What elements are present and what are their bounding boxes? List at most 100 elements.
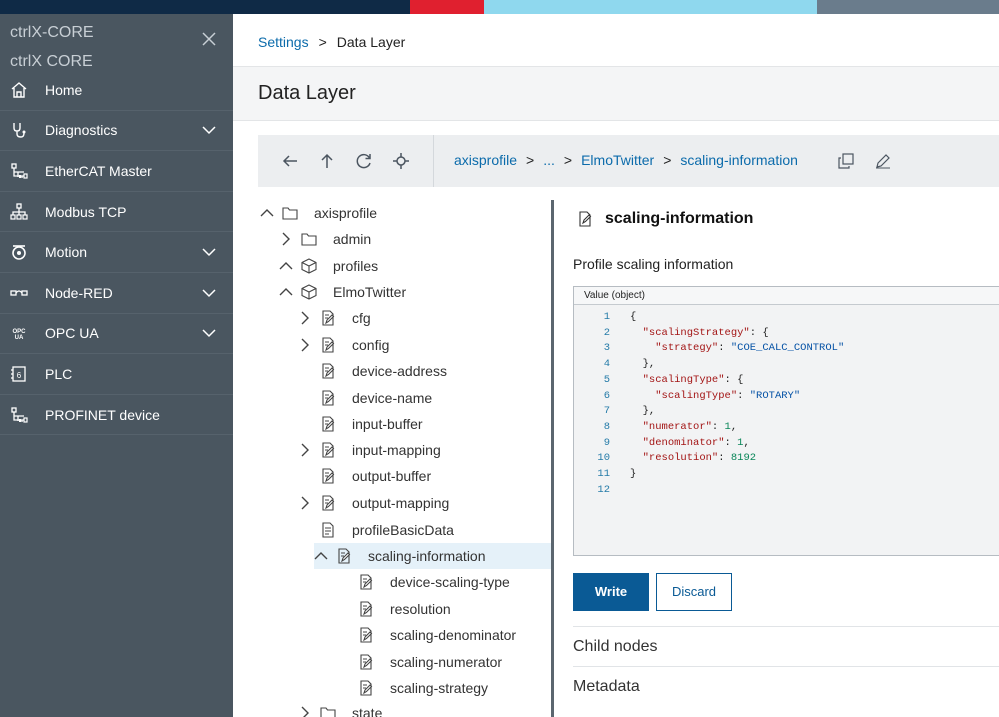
close-icon [202,32,216,46]
tree-node[interactable]: device-address [298,358,447,384]
locate-button[interactable] [389,149,413,173]
node-path: axisprofile > ... > ElmoTwitter > scalin… [454,152,798,168]
back-button[interactable] [278,149,302,173]
chevron-up-icon[interactable] [279,285,293,299]
pane-resize-handle[interactable] [551,200,554,717]
edit-path-button[interactable] [871,149,895,173]
tree-node[interactable]: config [298,332,389,358]
copy-path-button[interactable] [834,149,858,173]
tree-node[interactable]: device-scaling-type [336,569,510,595]
folder-icon [282,205,298,221]
sidebar-item-plc[interactable]: 6 PLC [0,354,233,395]
sidebar-item-home[interactable]: Home [0,70,233,111]
refresh-button[interactable] [352,149,376,173]
path-parent-link[interactable]: ElmoTwitter [581,152,654,168]
sidebar: ctrlX-CORE ctrlX CORE Home Diagnostics Eth… [0,14,233,717]
metadata-section[interactable]: Metadata [573,666,999,706]
tree-node[interactable]: cfg [298,305,371,331]
breadcrumb-settings-link[interactable]: Settings [258,34,309,50]
node-description: Profile scaling information [573,256,734,272]
chevron-up-icon[interactable] [314,549,328,563]
chevron-right-icon[interactable] [279,232,293,246]
chevron-down-icon[interactable] [202,245,216,259]
sidebar-item-opc-ua[interactable]: OPC UA OPC UA [0,314,233,355]
tree-node[interactable]: profiles [279,253,378,279]
edit-doc-icon [320,468,336,484]
chevron-down-icon[interactable] [202,123,216,137]
tree-node[interactable]: resolution [336,596,451,622]
cube-icon [301,284,317,300]
chevron-right-icon[interactable] [298,338,312,352]
tree-node[interactable]: profileBasicData [298,517,454,543]
chevron-up-icon[interactable] [260,206,274,220]
code-token: : [718,452,731,465]
code-text: "scalingType": { [630,372,744,388]
up-button[interactable] [315,149,339,173]
path-ellipsis[interactable]: ... [543,152,555,168]
chevron-right-icon[interactable] [298,311,312,325]
chevron-right-icon[interactable] [298,443,312,457]
tree-node[interactable]: scaling-denominator [336,622,516,648]
tree-node[interactable]: scaling-strategy [336,675,488,701]
arrow-up-icon [321,153,333,168]
sidebar-item-profinet-device[interactable]: PROFINET device [0,395,233,436]
tree-node[interactable]: state [298,700,382,717]
sidebar-item-ethercat-master[interactable]: EtherCAT Master [0,151,233,192]
chevron-down-icon[interactable] [202,326,216,340]
path-separator: > [663,152,672,168]
code-line: 1{ [574,309,994,325]
tree-node[interactable]: device-name [298,385,432,411]
sidebar-item-label: OPC UA [45,325,99,342]
sidebar-item-motion[interactable]: Motion [0,232,233,273]
line-number: 10 [597,452,610,465]
code-text: }, [630,403,656,419]
line-number: 8 [603,420,610,433]
code-text: "scalingStrategy": { [630,325,769,341]
sidebar-item-diagnostics[interactable]: Diagnostics [0,111,233,152]
close-sidebar-button[interactable] [199,30,219,50]
tree-node-label: scaling-denominator [390,627,517,643]
edit-doc-icon [320,495,336,511]
path-current-link[interactable]: scaling-information [680,152,798,168]
child-nodes-section[interactable]: Child nodes [573,626,999,666]
tree-node[interactable]: admin [279,226,371,252]
network-icon [10,406,28,424]
tree-node-label: ElmoTwitter [333,284,407,300]
tree-node-label: device-address [352,363,447,379]
tree-node[interactable]: input-mapping [298,437,441,463]
sidebar-item-label: Motion [45,244,88,261]
sidebar-item-modbus-tcp[interactable]: Modbus TCP [0,192,233,233]
chevron-right-icon[interactable] [298,496,312,510]
motion-icon [10,243,28,261]
tree-node-selected[interactable]: scaling-information [314,543,551,569]
tree-node-label: scaling-strategy [390,680,489,696]
code-token: : [718,342,731,355]
code-text: "resolution": 8192 [630,450,756,466]
tree-node[interactable]: output-mapping [298,490,449,516]
chevron-right-icon[interactable] [298,706,312,717]
chevron-up-icon[interactable] [279,259,293,273]
pencil-icon [876,154,890,169]
tree-node[interactable]: scaling-numerator [336,649,502,675]
code-line: 12 [574,482,994,498]
tree-node[interactable]: ElmoTwitter [279,279,406,305]
tree-node[interactable]: axisprofile [260,200,377,226]
tree-node[interactable]: input-buffer [298,411,423,437]
node-tree: axisprofile admin profiles ElmoTwitter cfg co… [258,200,551,717]
chevron-down-icon[interactable] [202,286,216,300]
sidebar-item-node-red[interactable]: Node-RED [0,273,233,314]
value-editor[interactable]: Value (object) 1{2 "scalingStrategy": {3… [573,286,999,556]
tree-node[interactable]: output-buffer [298,463,431,489]
code-token: : [711,420,725,433]
brand: ctrlX-CORE ctrlX CORE [10,18,94,76]
tree-node-label: state [352,705,383,717]
path-root-link[interactable]: axisprofile [454,152,517,168]
write-button[interactable]: Write [573,573,649,611]
editor-header: Value (object) [574,287,999,305]
discard-button[interactable]: Discard [656,573,732,611]
